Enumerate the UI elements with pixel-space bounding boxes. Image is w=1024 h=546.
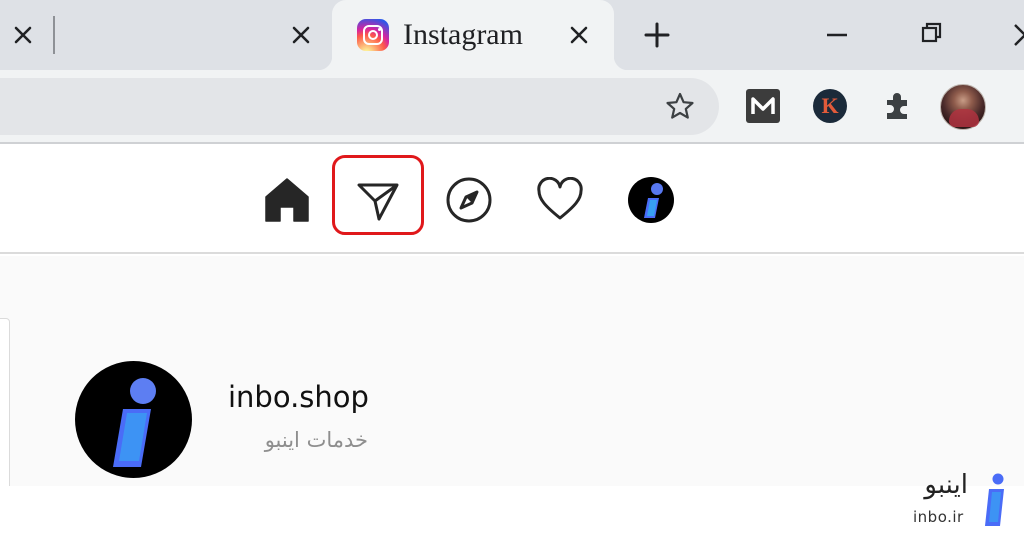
inbo-watermark-logo: اینبو inbo.ir [905,466,1024,546]
restore-button[interactable] [915,16,949,50]
restore-icon [921,22,942,43]
profile-username[interactable]: inbo.shop [228,380,369,414]
k-extension-letter: K [821,93,839,118]
tab-separator [53,16,55,54]
m-extension-icon[interactable] [746,89,780,123]
star-icon[interactable] [665,91,695,121]
profile-avatar[interactable] [628,177,674,223]
profile-full-name: خدمات اینبو [264,428,368,452]
profile-avatar[interactable] [940,84,986,130]
inbo-logo-icon [985,473,1004,526]
activity-heart-icon[interactable] [535,175,585,225]
profile-avatar[interactable] [75,361,192,478]
minimize-button[interactable] [820,18,854,52]
watermark-url: inbo.ir [913,508,964,526]
explore-icon[interactable] [444,175,494,225]
instagram-nav [0,146,1024,254]
home-icon[interactable] [262,175,312,225]
instagram-icon [357,19,389,51]
bottom-band [0,486,1024,546]
close-window-button[interactable] [1008,18,1024,52]
watermark-name: اینبو [924,470,968,500]
tab-strip: Instagram [0,0,1024,70]
plus-icon [644,22,670,48]
close-icon [1014,24,1024,46]
close-tab-icon[interactable] [564,20,594,50]
address-bar[interactable] [0,78,719,135]
minimize-icon [827,33,847,37]
tab-instagram[interactable]: Instagram [318,0,628,70]
close-tab-icon[interactable] [8,20,38,50]
close-tab-icon[interactable] [286,20,316,50]
tab-title: Instagram [403,18,523,51]
puzzle-extensions-icon[interactable] [880,88,916,124]
k-extension-icon[interactable]: K [813,89,847,123]
new-tab-button[interactable] [640,18,674,52]
direct-message-icon[interactable] [353,175,403,225]
browser-toolbar: K [0,70,1024,144]
